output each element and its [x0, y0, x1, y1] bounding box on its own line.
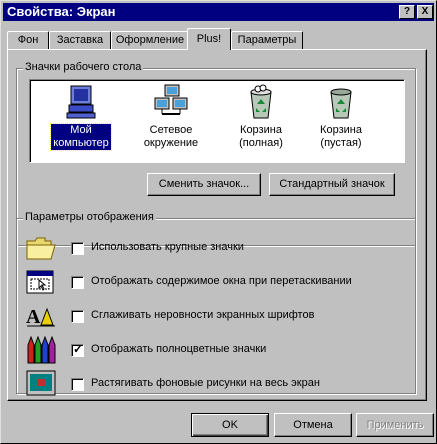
recycle-bin-empty-icon	[323, 84, 359, 120]
close-button[interactable]: X	[417, 5, 433, 19]
desktop-icon-recycle-empty[interactable]: Корзина (пустая)	[302, 84, 380, 150]
tab-background[interactable]: Фон	[7, 31, 49, 49]
display-properties-window: Свойства: Экран ? X Фон Заставка Оформле…	[0, 0, 437, 444]
large-icons-label[interactable]: Использовать крупные значки	[91, 241, 244, 253]
window-title: Свойства: Экран	[7, 4, 116, 19]
tab-appearance[interactable]: Оформление	[111, 31, 189, 49]
desktop-icons-list[interactable]: Мой компьютер Сетевое окружение Корзина …	[29, 79, 405, 163]
recycle-bin-full-icon	[243, 84, 279, 120]
change-icon-button[interactable]: Сменить значок...	[147, 173, 261, 196]
tab-screensaver[interactable]: Заставка	[49, 31, 111, 49]
font-smoothing-label[interactable]: Сглаживать неровности экранных шрифтов	[91, 309, 314, 321]
crayons-icon	[25, 335, 57, 365]
desktop-icon-recycle-full[interactable]: Корзина (полная)	[222, 84, 300, 150]
desktop-icon-my-computer[interactable]: Мой компьютер	[42, 84, 120, 151]
apply-button[interactable]: Применить	[356, 413, 434, 437]
recycle-full-label: Корзина (полная)	[239, 124, 283, 149]
cancel-button[interactable]: Отмена	[274, 413, 352, 437]
my-computer-label: Мой компьютер	[50, 123, 112, 151]
stretch-wallpaper-label[interactable]: Растягивать фоновые рисунки на весь экра…	[91, 377, 320, 389]
window-drag-icon	[25, 267, 57, 297]
recycle-empty-label: Корзина (пустая)	[320, 124, 362, 149]
font-smoothing-checkbox[interactable]	[71, 310, 84, 323]
ok-button[interactable]: OK	[191, 413, 269, 437]
plus-tab-panel: Значки рабочего стола Мой компьютер Сете…	[7, 49, 427, 401]
folder-icon	[25, 233, 57, 263]
desktop-icon-network[interactable]: Сетевое окружение	[132, 84, 210, 150]
font-smoothing-icon: A	[25, 301, 57, 331]
network-neighborhood-icon	[153, 84, 189, 120]
display-options-legend: Параметры отображения	[23, 211, 156, 223]
stretch-wallpaper-checkbox[interactable]	[71, 378, 84, 391]
default-icon-button[interactable]: Стандартный значок	[269, 173, 395, 196]
title-bar[interactable]: Свойства: Экран ? X	[3, 3, 434, 21]
full-color-icons-checkbox[interactable]: ✓	[71, 342, 84, 357]
network-label: Сетевое окружение	[143, 124, 199, 149]
desktop-icons-legend: Значки рабочего стола	[23, 61, 144, 73]
monitor-wallpaper-icon	[25, 369, 57, 399]
drag-contents-label[interactable]: Отображать содержимое окна при перетаски…	[91, 275, 352, 287]
help-button[interactable]: ?	[399, 5, 415, 19]
display-options-group: Параметры отображения Использовать крупн…	[16, 211, 416, 396]
tab-settings[interactable]: Параметры	[231, 31, 303, 49]
full-color-icons-label[interactable]: Отображать полноцветные значки	[91, 343, 266, 355]
tab-plus[interactable]: Plus!	[187, 28, 231, 50]
svg-text:A: A	[26, 306, 41, 328]
my-computer-icon	[63, 84, 99, 120]
large-icons-checkbox[interactable]	[71, 242, 84, 255]
drag-contents-checkbox[interactable]	[71, 276, 84, 289]
